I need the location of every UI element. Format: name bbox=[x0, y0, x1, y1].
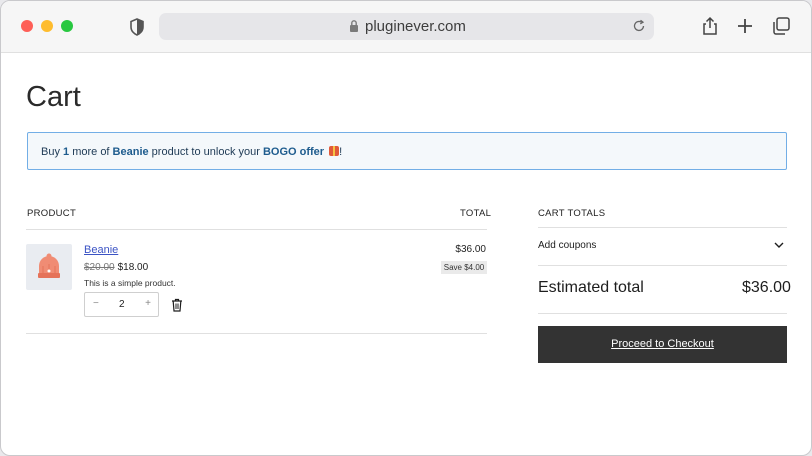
browser-window: pluginever.com Cart Buy 1 more of Beanie… bbox=[0, 0, 812, 456]
estimated-total-label: Estimated total bbox=[538, 279, 644, 296]
share-icon[interactable] bbox=[700, 16, 720, 36]
price-row: $20.00 $18.00 bbox=[84, 262, 148, 273]
gift-icon bbox=[329, 146, 340, 156]
total-column-header: TOTAL bbox=[460, 208, 492, 219]
url-text: pluginever.com bbox=[365, 18, 466, 35]
divider bbox=[538, 227, 787, 228]
notice-text: product to unlock your bbox=[148, 146, 263, 158]
divider bbox=[26, 333, 487, 334]
lock-icon bbox=[350, 20, 358, 32]
divider bbox=[26, 229, 487, 230]
close-window-button[interactable] bbox=[21, 20, 33, 32]
cart-totals-heading: CART TOTALS bbox=[538, 208, 606, 219]
trash-icon[interactable] bbox=[171, 298, 183, 312]
notice-text: Buy bbox=[41, 146, 64, 158]
chevron-down-icon[interactable] bbox=[774, 241, 784, 249]
divider bbox=[538, 313, 787, 314]
line-total: $36.00 bbox=[455, 244, 486, 255]
quantity-stepper: − 2 + bbox=[84, 292, 159, 317]
increase-quantity-button[interactable]: + bbox=[145, 298, 151, 309]
notice-text: ! bbox=[339, 146, 343, 158]
new-tab-icon[interactable] bbox=[735, 16, 755, 36]
zoom-window-button[interactable] bbox=[61, 20, 73, 32]
proceed-to-checkout-button[interactable]: Proceed to Checkout bbox=[538, 326, 787, 363]
privacy-shield-icon[interactable] bbox=[129, 18, 145, 36]
savings-badge: Save $4.00 bbox=[441, 261, 487, 274]
product-thumbnail[interactable] bbox=[26, 244, 72, 290]
minimize-window-button[interactable] bbox=[41, 20, 53, 32]
reload-icon[interactable] bbox=[632, 19, 646, 33]
notice-offer: BOGO offer bbox=[262, 146, 325, 158]
product-link[interactable]: Beanie bbox=[84, 244, 118, 256]
page-content: Cart Buy 1 more of Beanie product to unl… bbox=[1, 53, 811, 455]
notice-product: Beanie bbox=[112, 146, 149, 158]
tab-overview-icon[interactable] bbox=[771, 16, 791, 36]
page-title: Cart bbox=[26, 81, 81, 113]
product-column-header: PRODUCT bbox=[27, 208, 77, 219]
bogo-notice: Buy 1 more of Beanie product to unlock y… bbox=[27, 132, 787, 170]
regular-price: $20.00 bbox=[84, 262, 115, 273]
notice-text: more of bbox=[69, 146, 113, 158]
divider bbox=[538, 265, 787, 266]
estimated-total-value: $36.00 bbox=[742, 279, 791, 296]
sale-price: $18.00 bbox=[117, 262, 149, 273]
product-description: This is a simple product. bbox=[84, 278, 176, 288]
address-bar[interactable]: pluginever.com bbox=[159, 13, 654, 40]
decrease-quantity-button[interactable]: − bbox=[93, 298, 99, 309]
quantity-input[interactable]: 2 bbox=[119, 299, 125, 310]
add-coupons-toggle[interactable]: Add coupons bbox=[538, 240, 596, 251]
beanie-image bbox=[38, 253, 60, 278]
browser-toolbar: pluginever.com bbox=[1, 1, 811, 53]
